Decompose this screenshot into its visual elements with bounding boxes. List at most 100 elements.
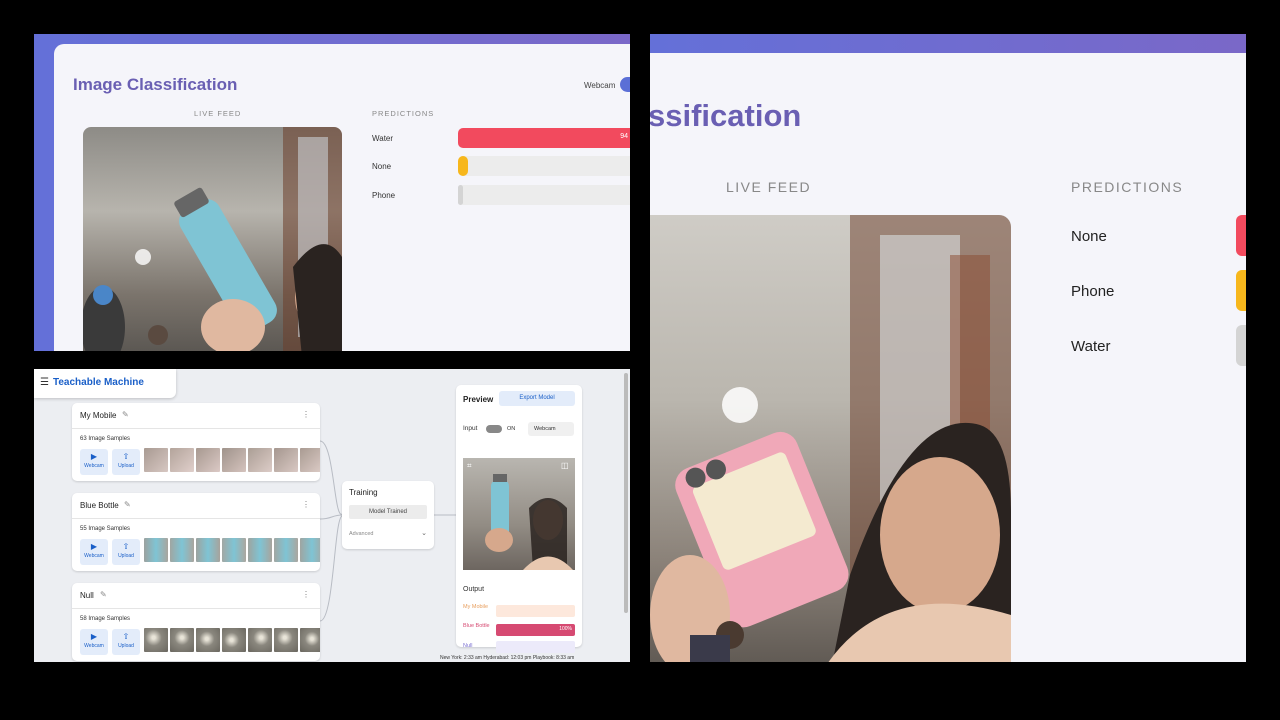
sample-thumbnail[interactable] (196, 628, 220, 652)
live-feed-heading: LIVE FEED (726, 179, 812, 195)
upload-button[interactable]: ⇧ Upload (112, 539, 140, 565)
prediction-label-none: None (1071, 228, 1107, 245)
taskbar-clocks: New York: 2:33 am Hyderabad: 12:03 pm Pl… (440, 655, 575, 661)
source-select[interactable]: Webcam (528, 422, 574, 436)
class-card-my-mobile: My Mobile ✎ ⋮ 63 Image Samples ▶ Webcam ⇧… (72, 403, 320, 481)
more-options-icon[interactable]: ⋮ (302, 410, 310, 419)
prediction-label-phone: Phone (1071, 283, 1115, 300)
crop-icon[interactable]: ⌗ (467, 461, 472, 470)
export-model-button[interactable]: Export Model (499, 391, 575, 406)
sample-thumbnail[interactable] (300, 448, 320, 472)
prediction-label: Phone (372, 191, 396, 200)
sample-thumbnail[interactable] (248, 448, 272, 472)
prediction-bar-fill (458, 156, 468, 176)
output-bar: 100% (496, 624, 575, 636)
edit-pencil-icon[interactable]: ✎ (100, 590, 107, 599)
sample-thumbnail[interactable] (170, 538, 194, 562)
webcam-button[interactable]: ▶ Webcam (80, 629, 108, 655)
output-class-label: My Mobile (463, 604, 489, 610)
prediction-bar-fill (458, 128, 630, 148)
sample-thumbnails (144, 448, 320, 472)
prediction-value: 94 (620, 133, 628, 140)
sample-thumbnail[interactable] (300, 538, 320, 562)
upload-icon: ⇧ (122, 632, 130, 641)
predictions-heading: PREDICTIONS (1071, 179, 1184, 195)
upload-icon: ⇧ (122, 452, 130, 461)
edit-pencil-icon[interactable]: ✎ (122, 410, 129, 419)
app-name: Teachable Machine (53, 377, 144, 388)
page-title: Image Classification (73, 75, 238, 94)
sample-thumbnail[interactable] (144, 538, 168, 562)
app-brand: ☰ Teachable Machine (34, 369, 176, 398)
scrollbar[interactable] (624, 373, 628, 613)
upload-icon: ⇧ (122, 542, 130, 551)
sample-thumbnail[interactable] (196, 448, 220, 472)
prediction-bar-water (1236, 325, 1246, 366)
edit-pencil-icon[interactable]: ✎ (124, 500, 131, 509)
sample-thumbnail[interactable] (144, 628, 168, 652)
prediction-bar-none (1236, 215, 1246, 256)
classifier-window-small: Image Classification Webcam LIVE FEED PR… (34, 34, 630, 351)
train-model-button[interactable]: Model Trained (349, 505, 427, 519)
predictions-heading: PREDICTIONS (372, 109, 435, 118)
upload-button[interactable]: ⇧ Upload (112, 449, 140, 475)
sample-thumbnail[interactable] (170, 448, 194, 472)
sample-count: 63 Image Samples (80, 436, 131, 442)
teachable-machine-window: ☰ Teachable Machine My Mobile ✎ ⋮ 63 Ima… (34, 369, 630, 662)
training-title: Training (349, 488, 378, 497)
more-options-icon[interactable]: ⋮ (302, 500, 310, 509)
prediction-bar (458, 156, 630, 176)
webcam-button[interactable]: ▶ Webcam (80, 449, 108, 475)
webcam-toggle[interactable] (620, 77, 630, 92)
webcam-toggle-label: Webcam (584, 81, 616, 90)
advanced-toggle[interactable]: Advanced (349, 531, 373, 537)
flip-icon[interactable]: ◫ (561, 461, 569, 470)
chevron-down-icon[interactable]: ⌄ (421, 529, 427, 537)
video-camera-icon: ▶ (90, 632, 98, 641)
preview-camera-feed: ⌗ ◫ (463, 458, 575, 570)
sample-thumbnail[interactable] (274, 448, 298, 472)
divider (72, 608, 320, 609)
hamburger-menu-icon[interactable]: ☰ (40, 377, 49, 388)
prediction-label: None (372, 162, 392, 171)
sample-thumbnail[interactable] (144, 448, 168, 472)
sample-thumbnail[interactable] (222, 538, 246, 562)
output-class-label: Null (463, 643, 473, 649)
video-camera-icon: ▶ (90, 452, 98, 461)
upload-button[interactable]: ⇧ Upload (112, 629, 140, 655)
header-gradient (650, 34, 1246, 53)
sample-thumbnail[interactable] (170, 628, 194, 652)
sample-thumbnail[interactable] (222, 448, 246, 472)
sample-thumbnail[interactable] (274, 628, 298, 652)
preview-title: Preview (463, 395, 494, 404)
sample-thumbnail[interactable] (248, 628, 272, 652)
sample-thumbnail[interactable] (222, 628, 246, 652)
input-toggle[interactable] (486, 425, 502, 433)
page-title: ssification (650, 98, 802, 133)
divider (72, 518, 320, 519)
sample-count: 55 Image Samples (80, 526, 131, 532)
sample-thumbnails (144, 538, 320, 562)
prediction-bar (458, 185, 630, 205)
output-bar (496, 641, 575, 653)
class-name[interactable]: My Mobile (80, 411, 116, 420)
class-name[interactable]: Null (80, 591, 94, 600)
webcam-button[interactable]: ▶ Webcam (80, 539, 108, 565)
prediction-label-water: Water (1071, 338, 1111, 355)
prediction-bar: 94 (458, 128, 630, 148)
sample-thumbnail[interactable] (196, 538, 220, 562)
video-camera-icon: ▶ (90, 542, 98, 551)
more-options-icon[interactable]: ⋮ (302, 590, 310, 599)
sample-thumbnails (144, 628, 320, 652)
output-value: 100% (559, 626, 572, 632)
live-feed-video (650, 215, 1011, 662)
prediction-bar-fill (458, 185, 463, 205)
sample-thumbnail[interactable] (300, 628, 320, 652)
sample-thumbnail[interactable] (248, 538, 272, 562)
classifier-window-zoomed: ssification LIVE FEED PREDICTIONS None P… (650, 34, 1246, 662)
preview-card: Preview Export Model Input ON Webcam ⌗ ◫… (456, 385, 582, 653)
prediction-bar-phone (1236, 270, 1246, 311)
output-label: Output (463, 586, 485, 593)
sample-thumbnail[interactable] (274, 538, 298, 562)
class-name[interactable]: Blue Bottle (80, 501, 119, 510)
